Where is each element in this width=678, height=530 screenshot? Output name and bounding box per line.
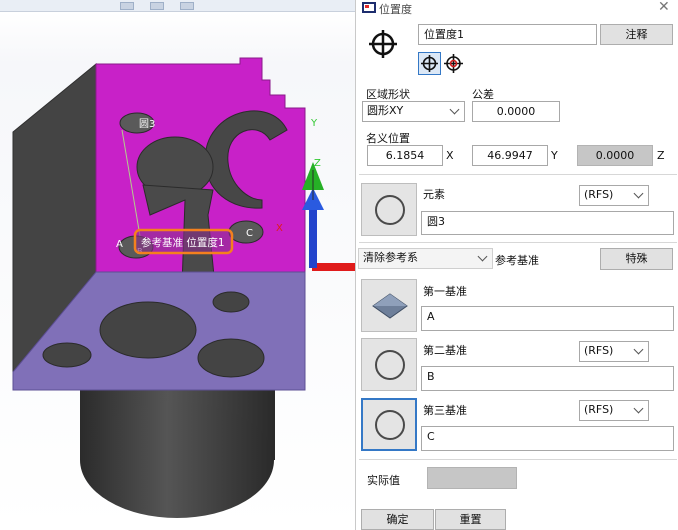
datum3-input[interactable]: C <box>421 426 674 451</box>
nominal-x-label: X <box>446 149 454 162</box>
feature-name-input[interactable]: 位置度1 <box>418 24 597 45</box>
toolbar-icon[interactable] <box>150 2 164 10</box>
chevron-down-icon <box>633 403 644 414</box>
nominal-x-input[interactable]: 6.1854 <box>367 145 443 166</box>
zone-shape-select[interactable]: 圆形XY <box>362 101 465 122</box>
nominal-label: 名义位置 <box>366 132 410 145</box>
nominal-y-input[interactable]: 46.9947 <box>472 145 548 166</box>
toolbar-icon[interactable] <box>120 2 134 10</box>
datum3-modifier-select[interactable]: (RFS) <box>579 400 649 421</box>
datum-reference-select[interactable]: 清除参考系 <box>358 248 493 269</box>
toolbar-icon[interactable] <box>180 2 194 10</box>
element-modifier-select[interactable]: (RFS) <box>579 185 649 206</box>
true-position-small-icon <box>444 54 463 73</box>
bottom-cylinder <box>80 380 275 518</box>
annotate-button[interactable]: 注释 <box>600 24 673 45</box>
position-tolerance-dialog: 位置度 ✕ 位置度1 注释 区域形状 公差 圆形XY 0.0000 名义位置 6… <box>355 0 678 530</box>
datum3-label: 第三基准 <box>423 404 467 417</box>
element-icon-button[interactable] <box>361 183 417 236</box>
datum2-label: 第二基准 <box>423 344 467 357</box>
tolerance-label: 公差 <box>472 88 494 101</box>
viewport-toolbar-strip <box>0 0 355 12</box>
divider <box>359 242 677 243</box>
zone-shape-value: 圆形XY <box>367 104 404 117</box>
datum2-input[interactable]: B <box>421 366 674 391</box>
part-model-view[interactable]: 圆3 A B C Y Z X 参考基准 位置度1 <box>0 12 355 530</box>
datum-reference-label: 参考基准 <box>495 254 539 267</box>
actual-value-label: 实际值 <box>367 474 400 487</box>
datum2-modifier-value: (RFS) <box>584 344 614 357</box>
datum3-modifier-value: (RFS) <box>584 403 614 416</box>
special-button[interactable]: 特殊 <box>600 248 673 270</box>
datum1-icon-button[interactable] <box>361 279 417 332</box>
ok-button[interactable]: 确定 <box>361 509 434 530</box>
circle-icon <box>375 350 405 380</box>
divider <box>359 459 677 460</box>
position-toggle[interactable] <box>418 52 441 75</box>
divider <box>359 174 677 175</box>
chevron-down-icon <box>633 188 644 199</box>
element-modifier-value: (RFS) <box>584 188 614 201</box>
label-datum-c[interactable]: C <box>246 228 253 239</box>
chevron-down-icon <box>449 104 460 115</box>
datum2-modifier-select[interactable]: (RFS) <box>579 341 649 362</box>
nominal-z-input[interactable]: 0.0000 <box>577 145 653 166</box>
3d-viewport[interactable]: 圆3 A B C Y Z X 参考基准 位置度1 <box>0 0 355 530</box>
actual-value-display <box>427 467 517 489</box>
chevron-down-icon <box>633 344 644 355</box>
plane-icon <box>372 293 408 319</box>
close-icon[interactable]: ✕ <box>658 0 670 15</box>
nominal-z-label: Z <box>657 149 665 162</box>
true-position-toggle[interactable] <box>442 52 465 75</box>
nominal-y-label: Y <box>551 149 558 162</box>
element-input[interactable]: 圆3 <box>421 211 674 235</box>
circle-icon <box>375 195 405 225</box>
datum-reference-value: 清除参考系 <box>363 251 418 264</box>
dialog-title-bar: 位置度 ✕ <box>356 0 678 16</box>
symbol-toggle-group <box>418 52 466 76</box>
label-datum-a[interactable]: A <box>116 239 123 250</box>
datum2-icon-button[interactable] <box>361 338 417 391</box>
dialog-title: 位置度 <box>379 3 412 16</box>
annotation-text[interactable]: 参考基准 位置度1 <box>141 236 225 249</box>
tolerance-input[interactable]: 0.0000 <box>472 101 560 122</box>
axis-label-x: X <box>276 223 283 234</box>
reset-button[interactable]: 重置 <box>435 509 506 530</box>
axis-label-z: Z <box>314 158 321 169</box>
zone-shape-label: 区域形状 <box>366 88 410 101</box>
position-small-icon <box>421 55 438 72</box>
label-circle3[interactable]: 圆3 <box>139 118 155 130</box>
dialog-app-icon <box>362 2 376 13</box>
chevron-down-icon <box>477 251 488 262</box>
datum3-icon-button[interactable] <box>361 398 417 451</box>
axis-label-y: Y <box>310 118 318 129</box>
circle-icon <box>375 410 405 440</box>
datum1-label: 第一基准 <box>423 285 467 298</box>
datum1-input[interactable]: A <box>421 306 674 331</box>
element-label: 元素 <box>423 188 445 201</box>
position-symbol-icon <box>369 30 397 58</box>
